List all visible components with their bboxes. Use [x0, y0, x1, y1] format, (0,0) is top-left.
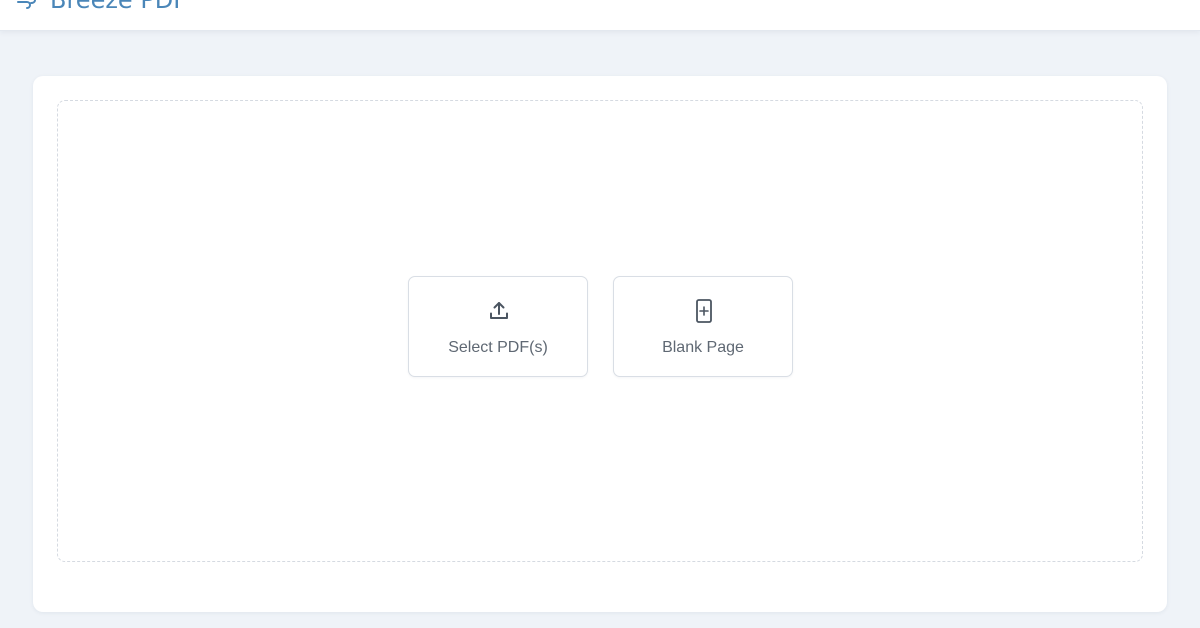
blank-page-label: Blank Page: [662, 339, 744, 356]
blank-page-button[interactable]: Blank Page: [613, 276, 793, 377]
app-title: Breeze PDF: [50, 0, 188, 14]
upload-icon: [486, 298, 512, 324]
brand[interactable]: Breeze PDF: [16, 0, 187, 14]
breeze-icon: [16, 0, 40, 12]
pdf-dropzone[interactable]: Select PDF(s) Blank Page: [57, 100, 1143, 562]
blank-page-plus-icon: [691, 298, 717, 324]
select-pdfs-label: Select PDF(s): [448, 339, 548, 356]
select-pdfs-button[interactable]: Select PDF(s): [408, 276, 588, 377]
app-header: Breeze PDF: [0, 0, 1200, 31]
upload-card: Select PDF(s) Blank Page: [33, 76, 1167, 612]
